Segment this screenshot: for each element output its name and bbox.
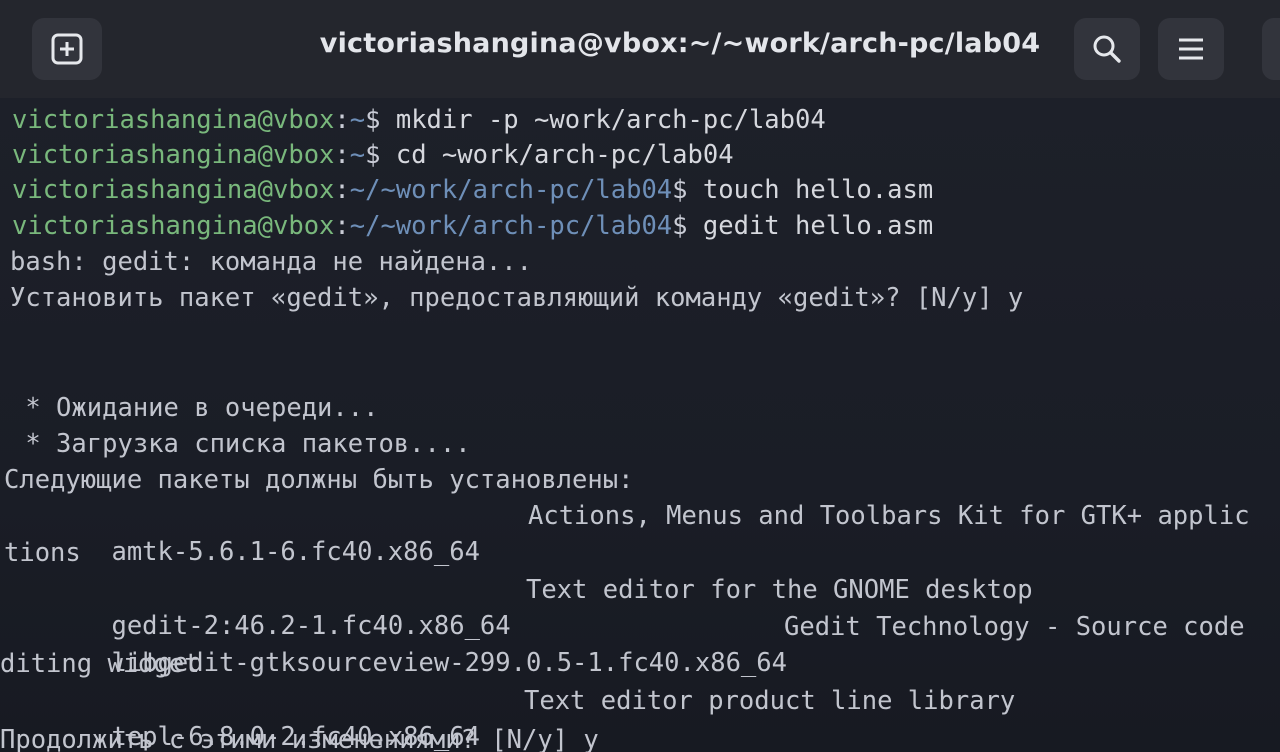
prompt-path: ~ [349, 140, 366, 170]
package-row: tepl-6.8.0-2.fc40.x86_64 Text editor pro… [4, 683, 1280, 752]
search-button[interactable] [1074, 18, 1140, 80]
prompt-user: victoriashangina@vbox [12, 140, 335, 170]
status-waiting: * Ожидание в очереди... [10, 393, 379, 423]
command-line: victoriashangina@vbox:~$ mkdir -p ~work/… [12, 105, 826, 135]
package-description-wrap: tions [4, 538, 81, 568]
search-icon [1093, 35, 1121, 63]
header-bar: victoriashangina@vbox:~/~work/arch-pc/la… [0, 0, 1280, 99]
package-name: libgedit-gtksourceview-299.0.5-1.fc40.x8… [96, 648, 787, 678]
hamburger-menu-icon [1179, 38, 1203, 60]
prompt-path: ~/~work/arch-pc/lab04 [349, 175, 673, 205]
command-text: cd ~work/arch-pc/lab04 [395, 140, 734, 170]
terminal-output[interactable]: victoriashangina@vbox:~$ mkdir -p ~work/… [0, 98, 1280, 752]
package-description: Text editor product line library [524, 686, 1016, 716]
package-name: amtk-5.6.1-6.fc40.x86_64 [96, 537, 480, 567]
package-row: amtk-5.6.1-6.fc40.x86_64 Actions, Menus … [4, 498, 1280, 567]
command-text: touch hello.asm [702, 175, 934, 205]
command-text: mkdir -p ~work/arch-pc/lab04 [395, 105, 826, 135]
terminal-window: victoriashangina@vbox:~/~work/arch-pc/la… [0, 0, 1280, 752]
command-line: victoriashangina@vbox:~$ cd ~work/arch-p… [12, 140, 734, 170]
package-description: Text editor for the GNOME desktop [526, 575, 1033, 605]
main-menu-button[interactable] [1158, 18, 1224, 80]
packages-header: Следующие пакеты должны быть установлены… [4, 465, 634, 495]
prompt-path: ~ [349, 105, 366, 135]
command-line: victoriashangina@vbox:~/~work/arch-pc/la… [12, 175, 934, 205]
continue-prompt: Продолжить с этими изменениями? [N/y] y [0, 725, 599, 752]
new-tab-plus-icon [51, 33, 83, 65]
package-row: gedit-2:46.2-1.fc40.x86_64 Text editor f… [4, 572, 1280, 641]
prompt-user: victoriashangina@vbox [12, 105, 335, 135]
error-message: bash: gedit: команда не найдена... [10, 247, 532, 277]
prompt-path: ~/~work/arch-pc/lab04 [349, 211, 673, 241]
status-loading: * Загрузка списка пакетов.... [10, 429, 471, 459]
package-description: Actions, Menus and Toolbars Kit for GTK+… [528, 501, 1250, 531]
install-prompt: Установить пакет «gedit», предоставляющи… [10, 283, 1024, 313]
new-tab-button[interactable] [32, 18, 102, 80]
package-description: Gedit Technology - Source code [784, 612, 1245, 642]
command-line: victoriashangina@vbox:~/~work/arch-pc/la… [12, 211, 934, 241]
close-button[interactable] [1262, 18, 1280, 80]
prompt-user: victoriashangina@vbox [12, 175, 335, 205]
prompt-user: victoriashangina@vbox [12, 211, 335, 241]
package-description-wrap: diting widget [0, 649, 200, 679]
package-row: libgedit-gtksourceview-299.0.5-1.fc40.x8… [4, 609, 1280, 678]
window-title: victoriashangina@vbox:~/~work/arch-pc/la… [319, 28, 1041, 59]
command-text: gedit hello.asm [702, 211, 934, 241]
